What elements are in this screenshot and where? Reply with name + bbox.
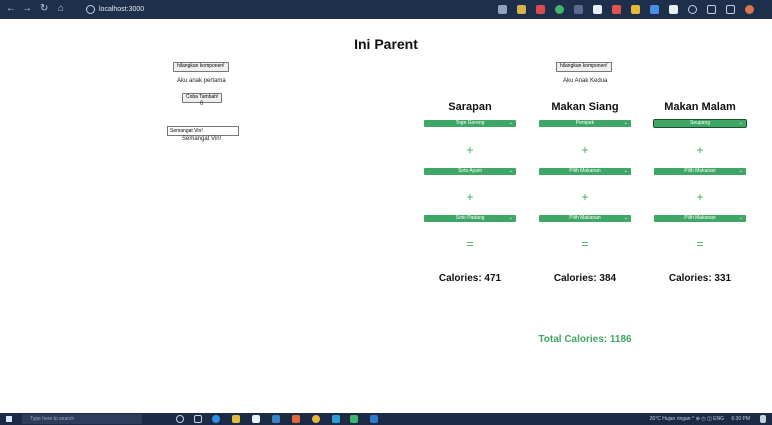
browser-toolbar: ← → ↻ ⌂ localhost:3000 bbox=[0, 0, 772, 19]
chevron-down-icon: ⌄ bbox=[508, 215, 513, 221]
chevron-down-icon: ⌄ bbox=[508, 168, 513, 174]
plus-operator: + bbox=[466, 190, 474, 204]
extension-icon[interactable] bbox=[631, 5, 640, 14]
chevron-down-icon: ⌄ bbox=[738, 120, 743, 126]
file-explorer-icon[interactable] bbox=[232, 415, 240, 423]
chevron-down-icon: ⌄ bbox=[738, 215, 743, 221]
taskbar-search-input[interactable]: Type here to search bbox=[22, 414, 142, 424]
calories-sarapan: Calories: 471 bbox=[438, 273, 502, 284]
meal-title-makan-malam: Makan Malam bbox=[664, 101, 736, 113]
extension-icon[interactable] bbox=[669, 5, 678, 14]
calories-makan-siang: Calories: 384 bbox=[553, 273, 617, 284]
extension-icon[interactable] bbox=[498, 5, 507, 14]
cortana-icon[interactable] bbox=[176, 415, 184, 423]
child-text: Aku Anak Kedua bbox=[563, 78, 608, 84]
equals-operator: = bbox=[466, 237, 474, 251]
system-tray: 26°C Hujan ringan ^ ⊕ ◷ ◫ ENG 6:30 PM bbox=[650, 414, 750, 424]
food-select[interactable]: Pilih Makanan ⌄ bbox=[654, 215, 746, 222]
plus-operator: + bbox=[466, 143, 474, 157]
plus-operator: + bbox=[696, 143, 704, 157]
equals-operator: = bbox=[581, 237, 589, 251]
remove-component-button[interactable]: hilangkan komponen! bbox=[173, 62, 229, 72]
remove-component-button[interactable]: hilangkan komponen! bbox=[556, 62, 612, 72]
clock[interactable]: 6:30 PM bbox=[731, 416, 750, 422]
edge-icon[interactable] bbox=[212, 415, 220, 423]
food-select[interactable]: Seupang ⌄ bbox=[653, 119, 747, 128]
food-select[interactable]: Pilih Makanan ⌄ bbox=[539, 215, 631, 222]
meal-title-makan-siang: Makan Siang bbox=[551, 101, 619, 113]
extension-icon[interactable] bbox=[574, 5, 583, 14]
chevron-down-icon: ⌄ bbox=[623, 120, 628, 126]
extensions-puzzle-icon[interactable] bbox=[688, 5, 697, 14]
total-calories: Total Calories: 1186 bbox=[538, 334, 632, 345]
url-text: localhost:3000 bbox=[99, 6, 145, 13]
calories-makan-malam: Calories: 331 bbox=[668, 273, 732, 284]
extension-icon[interactable] bbox=[517, 5, 526, 14]
page-title: Ini Parent bbox=[354, 36, 418, 52]
food-select[interactable]: Pempek ⌄ bbox=[539, 120, 631, 127]
plus-operator: + bbox=[581, 190, 589, 204]
extension-icon[interactable] bbox=[650, 5, 659, 14]
chevron-down-icon: ⌄ bbox=[508, 120, 513, 126]
favorites-icon[interactable] bbox=[707, 5, 716, 14]
app-icon[interactable] bbox=[350, 415, 358, 423]
notification-icon[interactable] bbox=[760, 415, 766, 423]
chevron-down-icon: ⌄ bbox=[738, 168, 743, 174]
reload-icon[interactable]: ↻ bbox=[40, 3, 48, 15]
child-text: Aku anak pertama bbox=[177, 78, 226, 84]
extension-icon[interactable] bbox=[536, 5, 545, 14]
input-echo-text: Semangat Vin! bbox=[182, 136, 222, 142]
windows-start-icon[interactable] bbox=[6, 416, 12, 422]
vscode-icon[interactable] bbox=[370, 415, 378, 423]
plus-operator: + bbox=[581, 143, 589, 157]
food-select[interactable]: Pilih Makanan ⌄ bbox=[654, 168, 746, 175]
extension-icon[interactable] bbox=[555, 5, 564, 14]
chrome-icon[interactable] bbox=[312, 415, 320, 423]
mail-icon[interactable] bbox=[272, 415, 280, 423]
chevron-down-icon: ⌄ bbox=[623, 168, 628, 174]
weather-text[interactable]: 26°C Hujan ringan ^ ⊕ ◷ ◫ ENG bbox=[650, 416, 724, 422]
plus-operator: + bbox=[696, 190, 704, 204]
collections-icon[interactable] bbox=[726, 5, 735, 14]
food-select[interactable]: Toge Goreng ⌄ bbox=[424, 120, 516, 127]
app-icon[interactable] bbox=[332, 415, 340, 423]
extension-icon[interactable] bbox=[593, 5, 602, 14]
text-input[interactable]: Semangat Vin! bbox=[167, 126, 239, 136]
meal-title-sarapan: Sarapan bbox=[448, 101, 492, 113]
food-select[interactable]: Soto Ayam ⌄ bbox=[424, 168, 516, 175]
forward-icon[interactable]: → bbox=[22, 3, 32, 15]
app-icon[interactable] bbox=[292, 415, 300, 423]
counter-value: 0 bbox=[200, 101, 204, 107]
profile-avatar[interactable] bbox=[745, 5, 754, 14]
back-icon[interactable]: ← bbox=[6, 3, 16, 15]
food-select[interactable]: Soto Padang ⌄ bbox=[424, 215, 516, 222]
chevron-down-icon: ⌄ bbox=[623, 215, 628, 221]
taskbar: Type here to search 26°C Hujan ringan ^ … bbox=[0, 413, 772, 425]
store-icon[interactable] bbox=[252, 415, 260, 423]
site-info-icon[interactable] bbox=[86, 4, 95, 14]
task-view-icon[interactable] bbox=[194, 415, 202, 423]
equals-operator: = bbox=[696, 237, 704, 251]
extension-icon[interactable] bbox=[612, 5, 621, 14]
home-icon[interactable]: ⌂ bbox=[58, 3, 64, 15]
food-select[interactable]: Pilih Makanan ⌄ bbox=[539, 168, 631, 175]
address-bar[interactable]: localhost:3000 bbox=[86, 3, 486, 16]
